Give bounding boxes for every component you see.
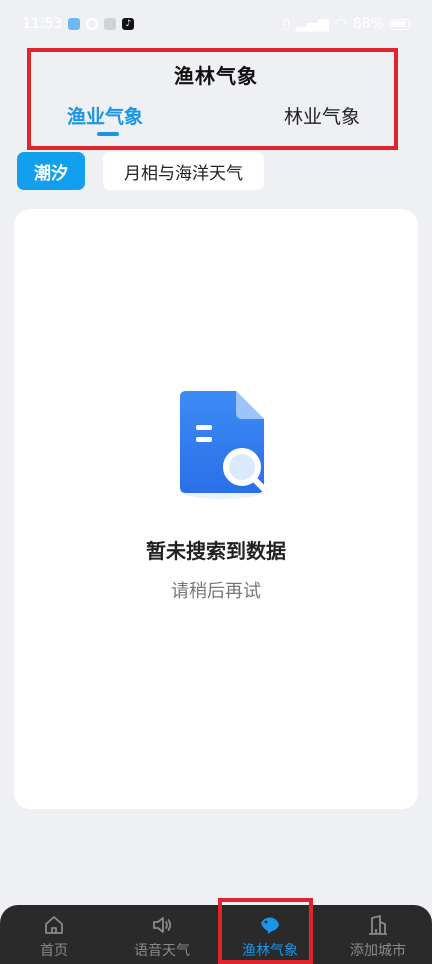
home-icon	[45, 916, 63, 934]
sync-icon	[86, 18, 99, 30]
status-right: ▯ ▂▄▆ ◠ 88%	[283, 16, 410, 32]
battery-percent: 88%	[352, 16, 384, 32]
nav-label-home: 首页	[40, 943, 68, 959]
empty-state-title: 暂未搜索到数据	[146, 539, 286, 563]
active-tab-indicator	[97, 132, 119, 136]
signal-icon: ▂▄▆	[296, 16, 329, 32]
document-search-icon	[180, 391, 269, 499]
tab-fishery-weather[interactable]: 渔业气象	[67, 102, 143, 129]
status-left: 11:53 ♪	[22, 16, 135, 32]
nav-item-add-city[interactable]: 添加城市	[324, 905, 432, 964]
battery-icon	[390, 18, 410, 30]
fish-icon	[261, 917, 279, 934]
page-title: 渔林气象	[174, 64, 258, 88]
nav-item-voice-weather[interactable]: 语音天气	[108, 905, 216, 964]
content-card: 暂未搜索到数据 请稍后再试	[14, 209, 418, 809]
nav-item-home[interactable]: 首页	[0, 905, 108, 964]
tab-forestry-weather[interactable]: 林业气象	[284, 102, 360, 129]
nav-label-voice-weather: 语音天气	[134, 943, 190, 959]
weather-app-icon	[68, 18, 81, 30]
nav-item-fishery-forestry[interactable]: 渔林气象	[216, 905, 324, 964]
header: 渔林气象 渔业气象 林业气象	[0, 48, 432, 152]
empty-state-subtitle: 请稍后再试	[171, 581, 261, 602]
nav-label-fishery-forestry: 渔林气象	[242, 943, 298, 959]
building-icon	[369, 915, 387, 935]
nav-label-add-city: 添加城市	[350, 943, 406, 959]
wifi-icon: ◠	[334, 16, 347, 32]
status-time: 11:53	[22, 16, 63, 32]
vibrate-icon: ▯	[282, 16, 291, 32]
status-bar: 11:53 ♪ ▯ ▂▄▆ ◠ 88%	[0, 0, 432, 48]
tiktok-icon: ♪	[122, 18, 135, 30]
gallery-icon	[104, 18, 117, 30]
chip-moon-ocean-weather[interactable]: 月相与海洋天气	[103, 152, 264, 190]
speaker-icon	[153, 917, 172, 933]
chip-tide[interactable]: 潮汐	[17, 152, 85, 190]
bottom-nav: 首页 语音天气 渔林气象 添加城市	[0, 905, 432, 964]
